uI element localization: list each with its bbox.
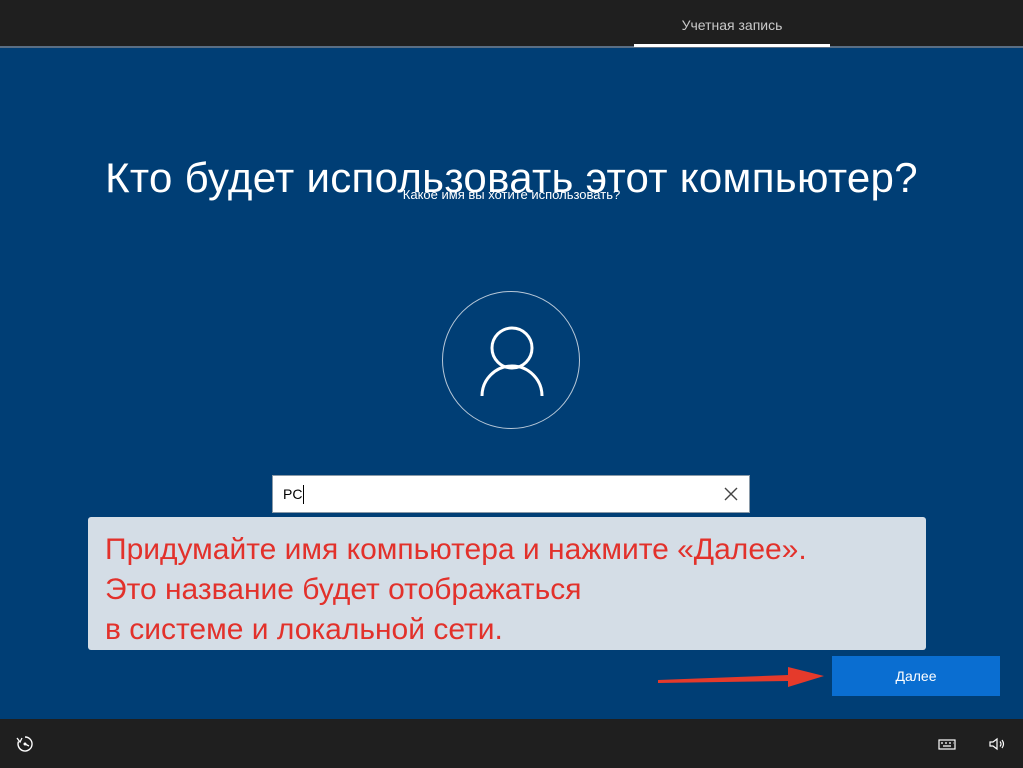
volume-icon[interactable] [986,733,1008,755]
close-icon[interactable] [721,484,741,504]
bottom-bar [0,719,1023,768]
next-button[interactable]: Далее [832,656,1000,696]
page-subtitle: Какое имя вы хотите использовать? [402,187,621,202]
callout-line: Придумайте имя компьютера и нажмите «Дал… [105,533,807,566]
callout-line: Это название будет отображаться [105,573,582,606]
callout-line: в системе и локальной сети. [105,613,503,646]
top-bar: Учетная запись [0,0,1023,48]
pointer-arrow-icon [658,667,824,687]
tab-account[interactable]: Учетная запись [634,0,830,46]
name-field-container [272,475,750,513]
name-input[interactable] [273,476,713,512]
text-caret [303,485,304,504]
keyboard-icon[interactable] [936,733,958,755]
tab-account-underline [634,44,830,47]
ease-of-access-icon[interactable] [14,733,36,755]
instruction-callout: Придумайте имя компьютера и нажмите «Дал… [88,517,926,650]
user-avatar-icon [442,291,580,429]
